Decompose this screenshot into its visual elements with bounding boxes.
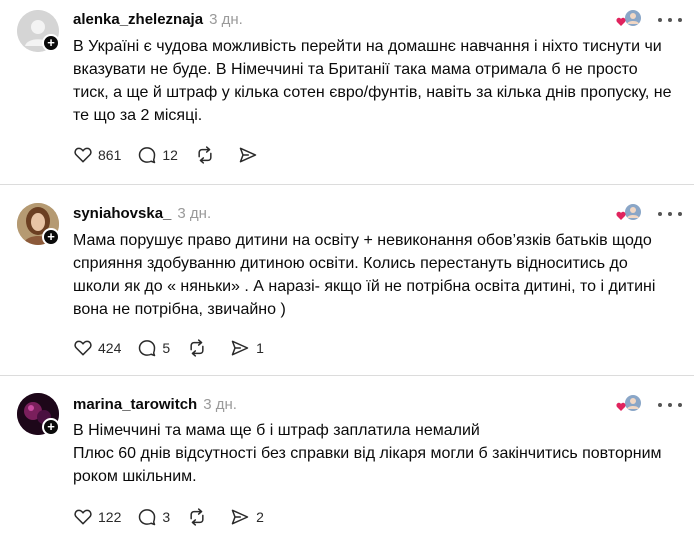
share-icon	[231, 340, 249, 356]
reply-count: 5	[162, 340, 171, 356]
share-count: 1	[256, 340, 264, 356]
comment-icon	[139, 340, 156, 357]
timestamp: 3 дн.	[203, 396, 237, 413]
divider	[0, 184, 694, 185]
repost-icon	[198, 146, 212, 164]
like-count: 122	[98, 509, 122, 525]
like-count: 861	[98, 147, 122, 163]
post-text: В Німеччині та мама ще б і штраф заплати…	[73, 422, 662, 485]
more-options-button[interactable]	[658, 210, 682, 218]
share-icon	[231, 509, 249, 525]
repost-button[interactable]	[194, 145, 221, 165]
follow-plus-icon[interactable]: +	[42, 228, 60, 246]
like-button[interactable]: 424	[73, 338, 121, 358]
share-icon	[239, 147, 257, 163]
divider	[0, 375, 694, 376]
follow-plus-icon[interactable]: +	[42, 418, 60, 436]
timestamp: 3 дн.	[177, 205, 212, 222]
reply-button[interactable]: 5	[137, 338, 170, 358]
reply-button[interactable]: 3	[137, 507, 170, 527]
share-button[interactable]: 1	[229, 338, 264, 358]
more-options-button[interactable]	[658, 16, 682, 24]
follow-plus-icon[interactable]: +	[42, 34, 60, 52]
share-button[interactable]	[237, 145, 264, 165]
more-options-button[interactable]	[658, 401, 682, 409]
username[interactable]: marina_tarowitch 3 дн.	[73, 396, 237, 413]
comment-icon	[139, 509, 156, 526]
timestamp: 3 дн.	[209, 11, 243, 28]
like-button[interactable]: 861	[73, 145, 121, 165]
post-text: В Україні є чудова можливість перейти на…	[73, 38, 672, 124]
comment-icon	[139, 147, 156, 164]
heart-icon	[74, 340, 92, 356]
like-button[interactable]: 122	[73, 507, 121, 527]
reply-count: 3	[162, 509, 171, 525]
repost-icon	[190, 339, 204, 357]
heart-icon	[74, 147, 92, 163]
author-liked-icon	[616, 9, 642, 29]
post-text: Мама порушує право дитини на освіту + не…	[73, 232, 656, 318]
heart-icon	[74, 509, 92, 525]
reply-count: 12	[162, 147, 178, 163]
share-count: 2	[256, 509, 264, 525]
reply-button[interactable]: 12	[137, 145, 178, 165]
author-liked-icon	[616, 394, 642, 414]
share-button[interactable]: 2	[229, 507, 264, 527]
repost-button[interactable]	[186, 507, 213, 527]
repost-button[interactable]	[186, 338, 213, 358]
author-liked-icon	[616, 203, 642, 223]
like-count: 424	[98, 340, 122, 356]
username[interactable]: alenka_zheleznaja 3 дн.	[73, 11, 243, 28]
repost-icon	[190, 508, 204, 526]
action-bar: 424 5 1	[73, 336, 280, 360]
username[interactable]: syniahovska_ 3 дн.	[73, 205, 211, 222]
action-bar: 122 3 2	[73, 505, 280, 529]
action-bar: 861 12	[73, 143, 280, 167]
